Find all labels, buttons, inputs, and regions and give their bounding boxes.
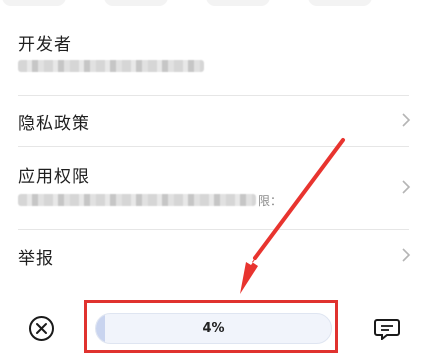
close-button[interactable]: [29, 316, 54, 341]
chevron-right-icon: [402, 113, 411, 127]
privacy-policy-row[interactable]: 隐私政策: [0, 96, 427, 146]
top-pill[interactable]: [308, 0, 372, 6]
report-label: 举报: [18, 249, 54, 269]
top-pill[interactable]: [2, 0, 66, 6]
top-pill-row: [0, 0, 427, 8]
privacy-policy-label: 隐私政策: [18, 114, 90, 134]
chevron-right-icon: [402, 248, 411, 262]
top-pill[interactable]: [206, 0, 270, 6]
developer-label: 开发者: [18, 35, 72, 55]
app-permissions-label: 应用权限: [18, 167, 90, 187]
report-row[interactable]: 举报: [0, 230, 427, 280]
permissions-summary-blurred: [18, 194, 256, 206]
close-icon: [36, 323, 47, 334]
developer-name-blurred: [18, 60, 204, 72]
annotation-highlight-box: [84, 300, 338, 353]
developer-row[interactable]: 开发者: [0, 20, 427, 96]
top-pill[interactable]: [104, 0, 168, 6]
feedback-icon[interactable]: [374, 318, 400, 340]
app-permissions-row[interactable]: 应用权限 限：: [0, 147, 427, 229]
permissions-summary-tail: 限：: [258, 194, 283, 208]
chevron-right-icon: [402, 180, 411, 194]
